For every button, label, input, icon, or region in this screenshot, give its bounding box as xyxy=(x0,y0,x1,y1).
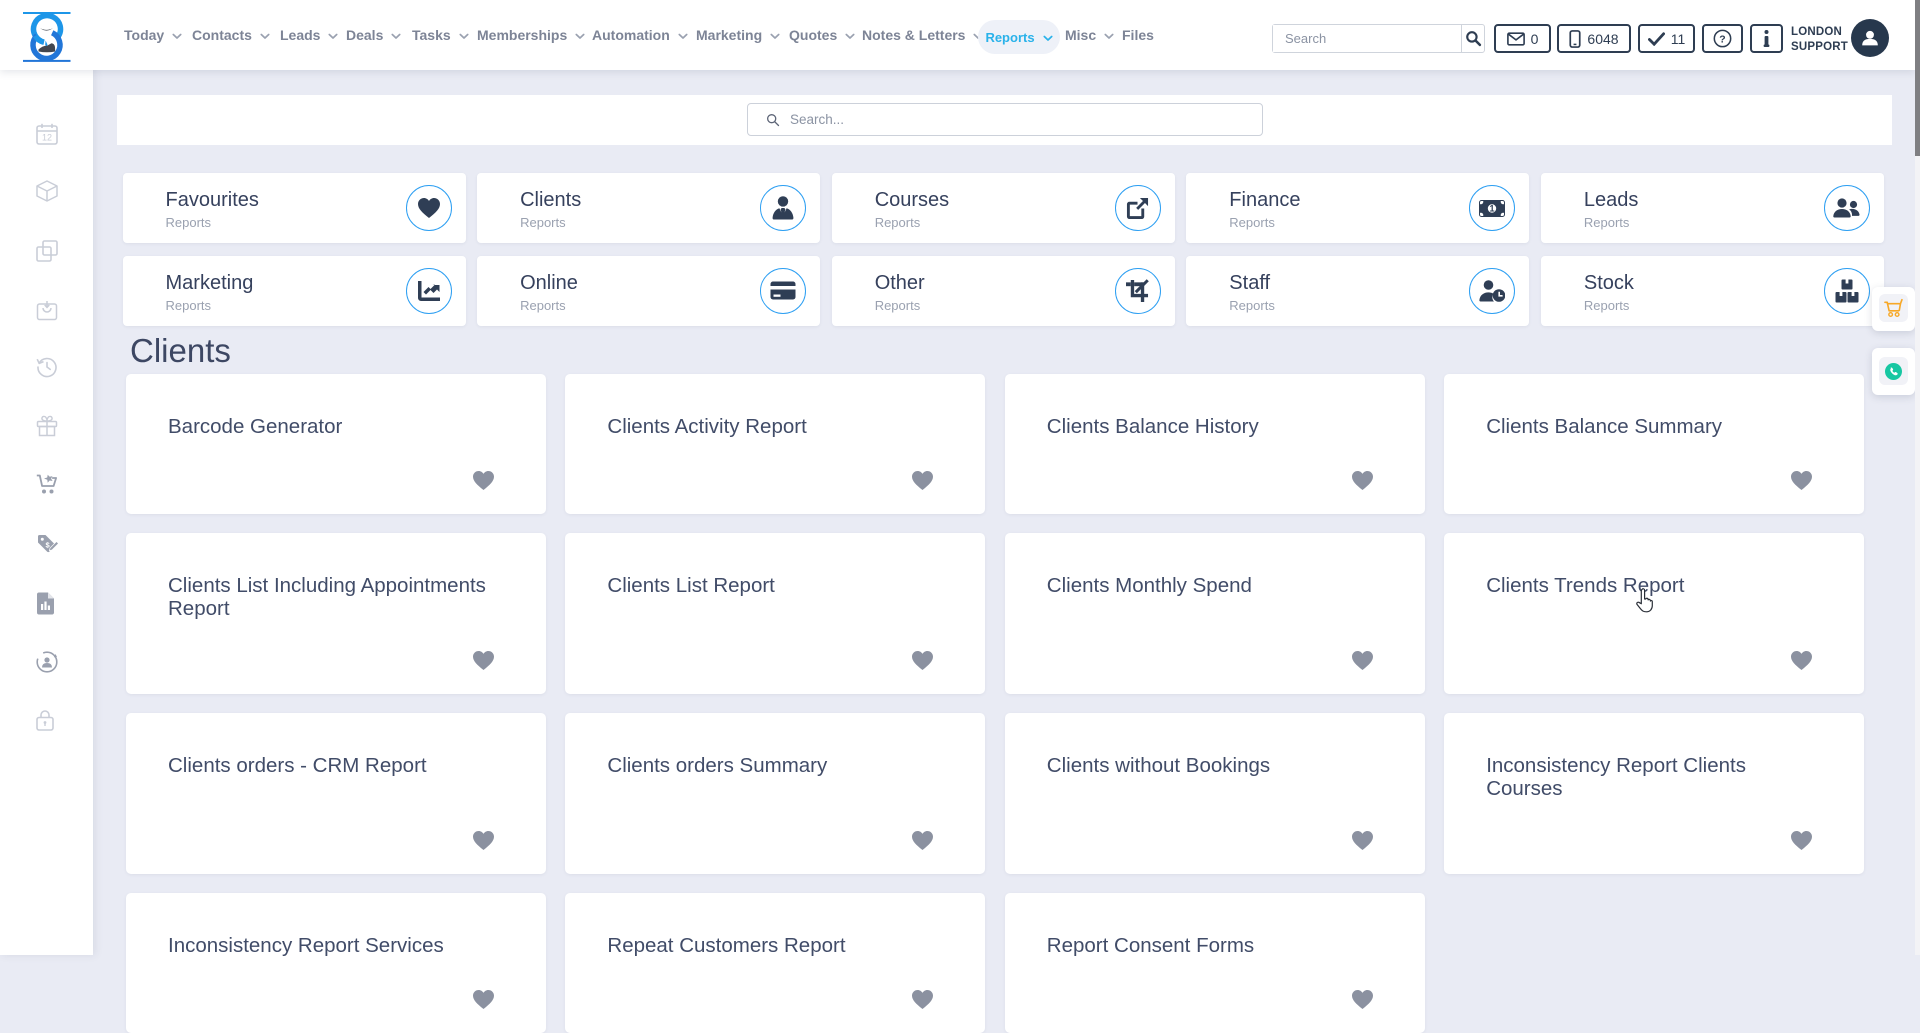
svg-text:12: 12 xyxy=(42,133,52,143)
svg-text:1: 1 xyxy=(1490,203,1495,213)
svg-text:?: ? xyxy=(1719,34,1725,45)
